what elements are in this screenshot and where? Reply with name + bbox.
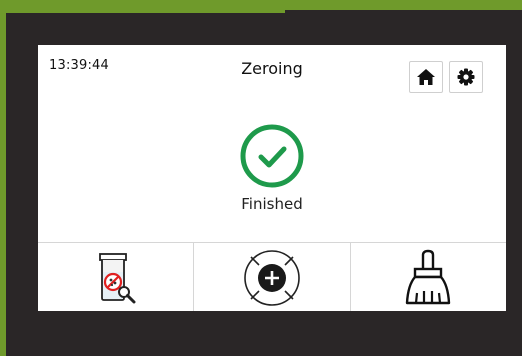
check-circle-icon (240, 124, 304, 188)
home-button[interactable] (409, 61, 443, 93)
settings-button[interactable] (449, 61, 483, 93)
bottom-toolbar (38, 242, 506, 311)
target-add-button[interactable] (194, 243, 351, 311)
touch-screen: 13:39:44 Zeroing Finished (38, 45, 506, 311)
device-edge (0, 10, 6, 356)
sample-check-button[interactable] (38, 243, 195, 311)
clean-brush-icon (406, 249, 451, 304)
clean-button[interactable] (350, 243, 506, 311)
home-icon (417, 69, 435, 85)
no-sample-search-icon (98, 252, 136, 303)
status-text: Finished (241, 195, 303, 213)
gear-icon (457, 68, 475, 86)
add-target-icon (244, 249, 300, 306)
